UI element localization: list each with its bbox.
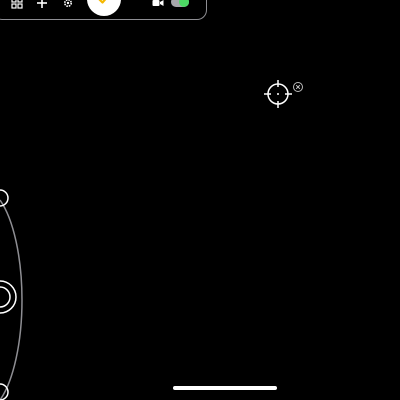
home-indicator[interactable] bbox=[173, 386, 277, 390]
close-icon[interactable] bbox=[293, 82, 303, 92]
top-toolbar bbox=[0, 0, 207, 20]
crosshair-icon[interactable] bbox=[264, 80, 292, 108]
video-camera-icon[interactable] bbox=[150, 0, 166, 11]
grid-icon[interactable] bbox=[9, 0, 25, 11]
toggle-switch[interactable] bbox=[171, 0, 189, 7]
plus-icon[interactable] bbox=[34, 0, 50, 11]
circular-dial[interactable] bbox=[0, 180, 60, 400]
gear-icon[interactable] bbox=[60, 0, 76, 11]
confirm-button[interactable] bbox=[87, 0, 121, 16]
checkmark-icon bbox=[98, 0, 107, 4]
toggle-knob bbox=[179, 0, 189, 7]
